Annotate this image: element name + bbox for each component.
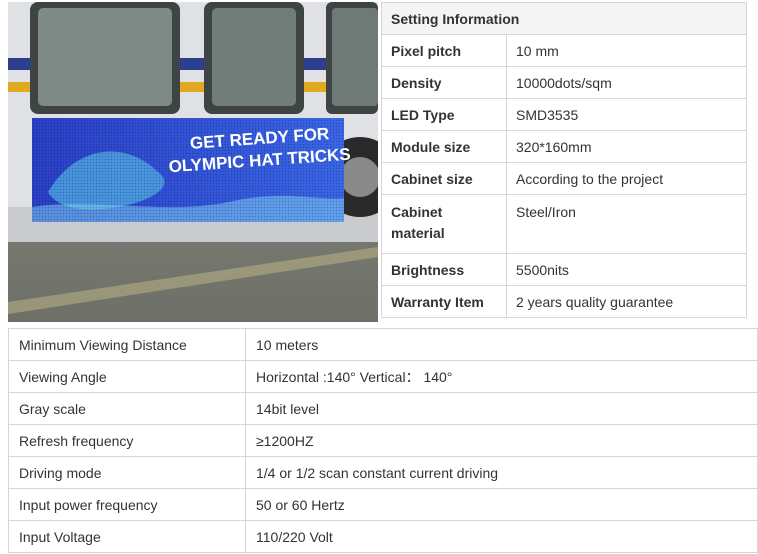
row-value: 320*160mm [506, 130, 747, 163]
row-key: Input power frequency [8, 488, 246, 521]
row-key: Gray scale [8, 392, 246, 425]
row-key: Warranty Item [381, 285, 507, 318]
row-key: Minimum Viewing Distance [8, 328, 246, 361]
bus-led-display-photo: GET READY FOR OLYMPIC HAT TRICKS [8, 2, 378, 322]
row-value: Horizontal :140° Vertical： 140° [245, 360, 758, 393]
row-value: 10000dots/sqm [506, 66, 747, 99]
row-value: 14bit level [245, 392, 758, 425]
row-value: 2 years quality guarantee [506, 285, 747, 318]
table-row: Density 10000dots/sqm [381, 66, 747, 99]
row-key: LED Type [381, 98, 507, 131]
table-row: Refresh frequency ≥1200HZ [8, 424, 758, 457]
setting-information-table: Setting Information Pixel pitch 10 mm De… [381, 2, 747, 318]
row-value: 1/4 or 1/2 scan constant current driving [245, 456, 758, 489]
table-row: Warranty Item 2 years quality guarantee [381, 285, 747, 318]
setting-header: Setting Information [381, 2, 747, 35]
table-row: Gray scale 14bit level [8, 392, 758, 425]
table-row: Brightness 5500nits [381, 253, 747, 286]
row-key: Driving mode [8, 456, 246, 489]
table-row: Cabinet size According to the project [381, 162, 747, 195]
row-key: Pixel pitch [381, 34, 507, 67]
table-row: Pixel pitch 10 mm [381, 34, 747, 67]
setting-header-row: Setting Information [381, 2, 747, 35]
row-value: 10 mm [506, 34, 747, 67]
row-value: 5500nits [506, 253, 747, 286]
row-value: 10 meters [245, 328, 758, 361]
row-key: Module size [381, 130, 507, 163]
row-value: 110/220 Volt [245, 520, 758, 553]
row-key: Refresh frequency [8, 424, 246, 457]
row-key: Viewing Angle [8, 360, 246, 393]
row-key: Cabinet size [381, 162, 507, 195]
specification-table: Minimum Viewing Distance 10 meters Viewi… [8, 328, 758, 553]
row-value: SMD3535 [506, 98, 747, 131]
row-key: Input Voltage [8, 520, 246, 553]
table-row: Viewing Angle Horizontal :140° Vertical：… [8, 360, 758, 393]
table-row: Minimum Viewing Distance 10 meters [8, 328, 758, 361]
row-value: 50 or 60 Hertz [245, 488, 758, 521]
row-value: ≥1200HZ [245, 424, 758, 457]
row-value: According to the project [506, 162, 747, 195]
table-row: Input power frequency 50 or 60 Hertz [8, 488, 758, 521]
row-value: Steel/Iron [506, 194, 747, 254]
table-row: Driving mode 1/4 or 1/2 scan constant cu… [8, 456, 758, 489]
table-row: LED Type SMD3535 [381, 98, 747, 131]
table-row: Module size 320*160mm [381, 130, 747, 163]
row-key: Density [381, 66, 507, 99]
table-row: Input Voltage 110/220 Volt [8, 520, 758, 553]
table-row: Cabinet material Steel/Iron [381, 194, 747, 254]
row-key: Brightness [381, 253, 507, 286]
row-key: Cabinet material [381, 194, 507, 254]
